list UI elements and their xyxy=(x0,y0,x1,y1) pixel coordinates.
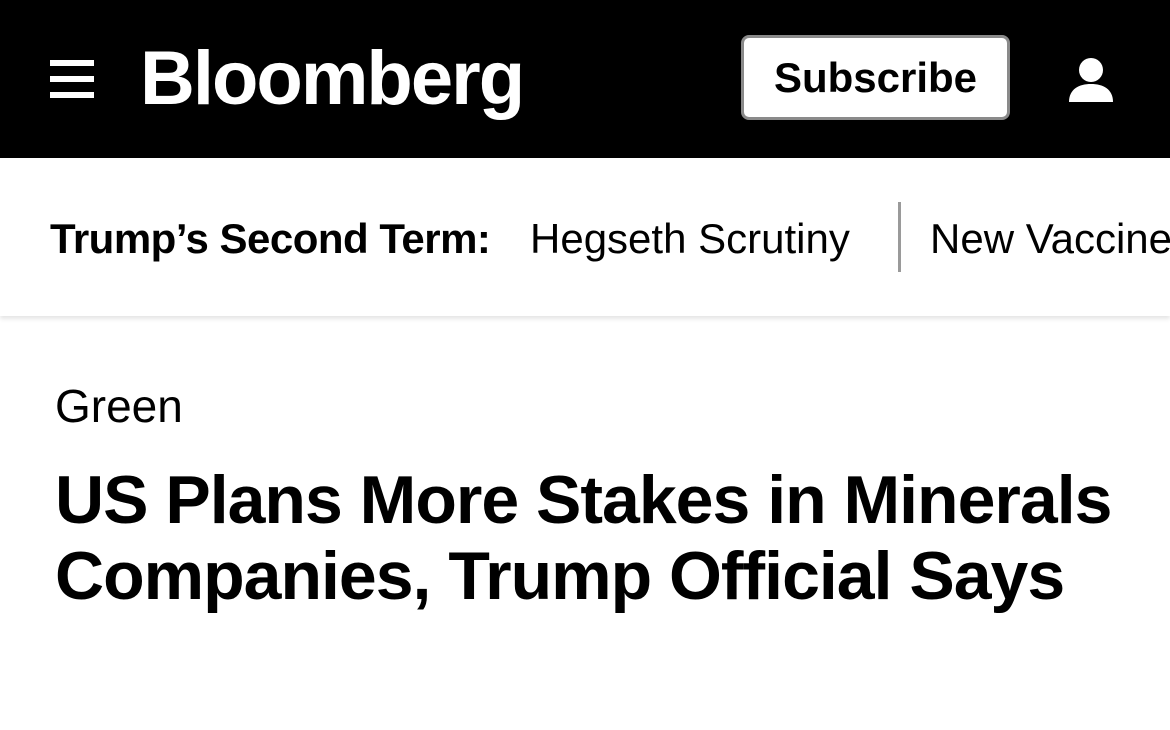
hamburger-menu-icon[interactable] xyxy=(50,60,94,100)
trending-topics-bar: Trump’s Second Term: Hegseth Scrutiny Ne… xyxy=(0,158,1170,316)
bloomberg-logo[interactable]: Bloomberg xyxy=(140,34,525,124)
section-label[interactable]: Green xyxy=(55,378,183,434)
trending-label: Trump’s Second Term: xyxy=(50,215,491,262)
trending-divider xyxy=(898,202,901,272)
trending-item-new-vaccine[interactable]: New Vaccine xyxy=(930,214,1170,264)
article-headline: US Plans More Stakes in Minerals Compani… xyxy=(55,462,1112,614)
subscribe-button[interactable]: Subscribe xyxy=(741,35,1010,120)
user-account-icon[interactable] xyxy=(1066,56,1116,104)
trending-item-hegseth-scrutiny[interactable]: Hegseth Scrutiny xyxy=(530,214,850,264)
top-navigation-bar: Bloomberg Subscribe xyxy=(0,0,1170,158)
